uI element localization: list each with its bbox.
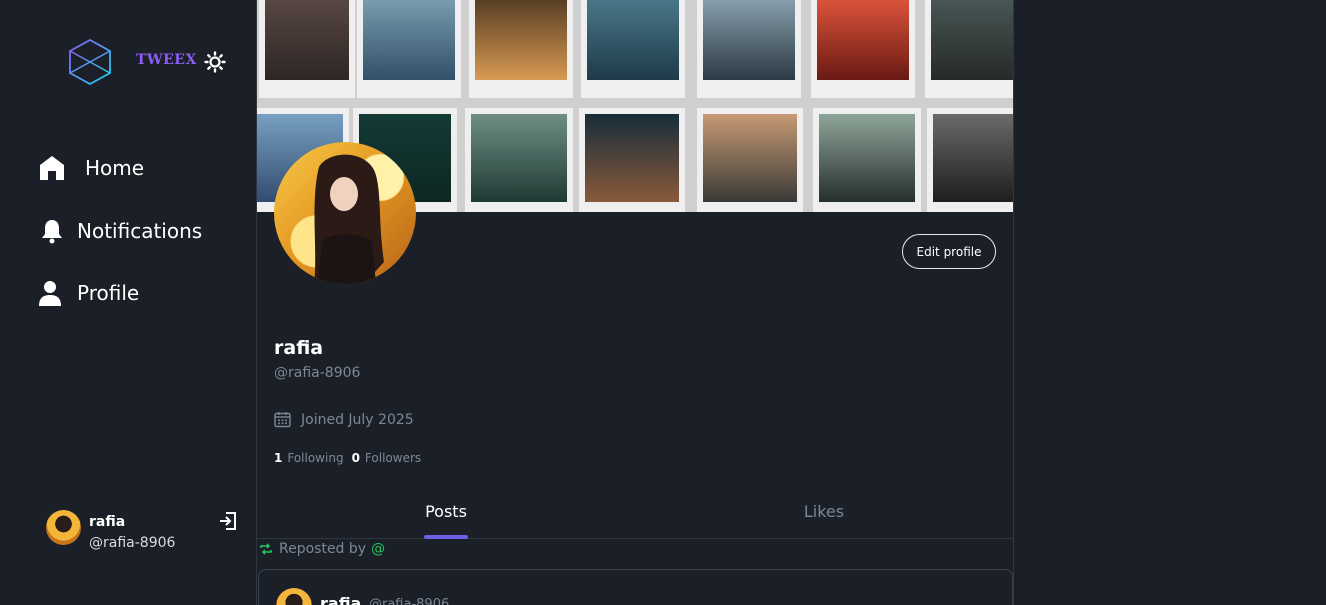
sidebar-item-label: Profile <box>77 281 140 305</box>
profile-column: Edit profile rafia @rafia-8906 Joined Ju… <box>256 0 1014 605</box>
tab-label: Posts <box>425 502 467 521</box>
sidebar-item-label: Home <box>85 156 145 180</box>
active-tab-indicator <box>424 535 468 539</box>
sidebar-item-home[interactable]: Home <box>38 148 144 188</box>
tab-likes[interactable]: Likes <box>635 492 1013 539</box>
repost-notice: Reposted by @ <box>259 541 385 557</box>
tab-label: Likes <box>803 502 845 521</box>
followers-label[interactable]: Followers <box>365 451 421 465</box>
joined-date: Joined July 2025 <box>274 411 414 428</box>
follow-stats: 1 Following 0 Followers <box>274 451 421 465</box>
followers-count[interactable]: 0 <box>352 451 360 465</box>
bell-icon <box>42 220 62 244</box>
avatar-illustration <box>314 154 384 284</box>
logo-icon <box>69 38 111 86</box>
brand-header: TWEEX <box>68 38 238 86</box>
profile-handle: @rafia-8906 <box>274 365 361 381</box>
avatar <box>46 510 81 545</box>
post-author-handle: @rafia-8906 <box>369 597 450 605</box>
repost-user-link[interactable]: @ <box>371 541 385 557</box>
following-count[interactable]: 1 <box>274 451 282 465</box>
repost-label: Reposted by <box>279 541 367 557</box>
user-icon <box>39 281 61 306</box>
post-author-name: rafia <box>320 594 362 605</box>
profile-tabs: Posts Likes <box>257 492 1013 539</box>
joined-text: Joined July 2025 <box>301 411 414 428</box>
edit-profile-button[interactable]: Edit profile <box>902 234 996 269</box>
calendar-icon <box>274 412 291 428</box>
brand-name: TWEEX <box>136 52 197 68</box>
profile-avatar <box>274 142 416 284</box>
home-icon <box>40 156 64 180</box>
logout-icon[interactable] <box>218 511 238 531</box>
post-card[interactable]: rafia @rafia-8906 <box>258 569 1013 605</box>
account-name: rafia <box>89 514 126 530</box>
sidebar-item-notifications[interactable]: Notifications <box>38 211 202 251</box>
account-switcher[interactable]: rafia @rafia-8906 <box>46 509 246 557</box>
sun-icon[interactable] <box>204 51 226 73</box>
tab-posts[interactable]: Posts <box>257 492 635 539</box>
repost-icon <box>260 543 272 555</box>
sidebar-item-label: Notifications <box>77 219 203 243</box>
sidebar: TWEEX Home Notifications Profile rafia @… <box>0 0 256 605</box>
profile-name: rafia <box>274 337 324 359</box>
following-label[interactable]: Following <box>287 451 343 465</box>
avatar <box>276 588 312 605</box>
account-handle: @rafia-8906 <box>89 535 176 551</box>
sidebar-item-profile[interactable]: Profile <box>38 273 139 313</box>
